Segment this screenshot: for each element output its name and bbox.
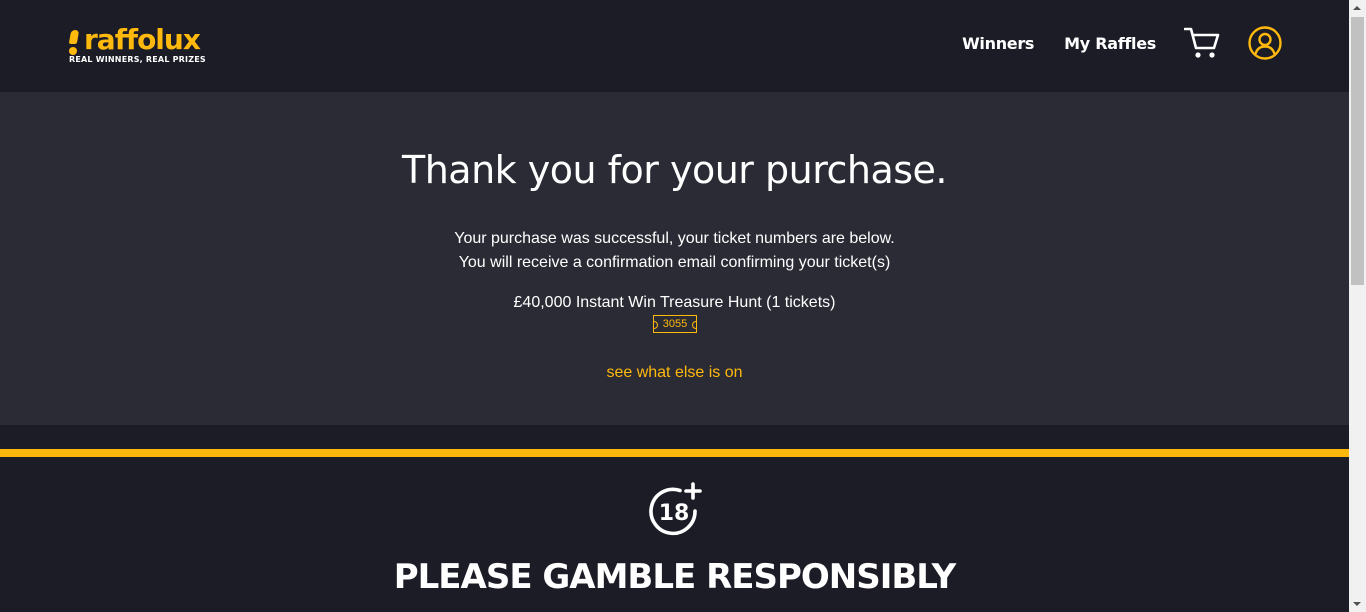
age-badge-text: 18 [659,501,690,526]
logo-wordmark: raffolux [68,23,201,56]
email-confirmation-message: You will receive a confirmation email co… [458,254,891,271]
site-header: raffolux REAL WINNERS, REAL PRIZES Winne… [0,0,1349,92]
user-account-icon[interactable] [1248,26,1282,60]
scroll-down-arrow-icon[interactable] [1353,602,1361,606]
nav-winners-link[interactable]: Winners [962,34,1034,53]
logo-name: raffolux [84,23,201,56]
success-message: Your purchase was successful, your ticke… [454,230,895,247]
purchase-confirmation: Thank you for your purchase. Your purcha… [0,92,1349,425]
footer-accent-stripe [0,449,1349,457]
see-what-else-link[interactable]: see what else is on [606,364,742,381]
gamble-responsibly-message: PLEASE GAMBLE RESPONSIBLY [393,557,957,597]
logo-exclamation-icon [68,26,82,56]
page-content: raffolux REAL WINNERS, REAL PRIZES Winne… [0,0,1349,612]
vertical-scrollbar[interactable] [1349,0,1366,612]
ticket-number-badge: 3055 [653,315,697,333]
raffolux-logo[interactable]: raffolux REAL WINNERS, REAL PRIZES [68,24,218,68]
page-title: Thank you for your purchase. [401,148,948,192]
logo-tagline: REAL WINNERS, REAL PRIZES [69,55,206,64]
shopping-cart-icon[interactable] [1184,26,1220,60]
see-what-else-link-row: see what else is on [0,364,1349,382]
18-plus-icon: 18 [649,482,702,536]
raffle-title: £40,000 Instant Win Treasure Hunt (1 tic… [513,294,836,311]
scroll-up-arrow-icon[interactable] [1353,6,1361,10]
site-footer: 18 PLEASE GAMBLE RESPONSIBLY [0,457,1349,612]
scroll-thumb[interactable] [1351,17,1364,285]
page: raffolux REAL WINNERS, REAL PRIZES Winne… [0,0,1366,612]
nav-my-raffles-link[interactable]: My Raffles [1064,34,1156,53]
main-nav: Winners My Raffles [962,24,1282,62]
